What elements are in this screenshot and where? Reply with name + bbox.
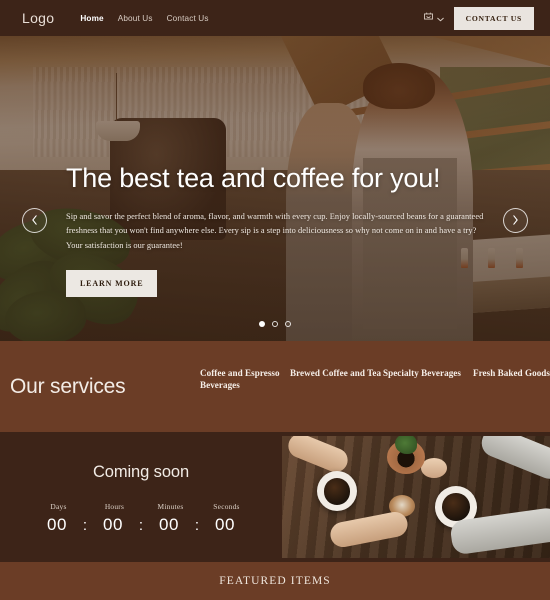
chevron-right-icon [512,212,519,230]
carousel-dot-2[interactable] [272,321,278,327]
cart-dropdown[interactable] [423,9,444,27]
countdown-separator-2: : [138,516,144,534]
carousel-prev-button[interactable] [22,208,47,233]
carousel-pagination [0,321,550,327]
nav-item-home[interactable]: Home [80,14,103,23]
service-item-fresh-baked-goods[interactable]: Fresh Baked Goods [473,367,550,379]
coming-soon-section: Coming soon Days Hours Minutes Seconds 0… [0,432,550,562]
nav-item-contact-us[interactable]: Contact Us [167,14,209,23]
countdown-label-minutes: Minutes [157,502,184,511]
countdown-label-days: Days [50,502,67,511]
site-header: Logo Home About Us Contact Us CONTACT US [0,0,550,36]
service-item-coffee-espresso[interactable]: Coffee and Espresso Beverages [200,367,290,392]
hero-description: Sip and savor the perfect blend of aroma… [66,211,484,250]
coming-soon-title: Coming soon [92,463,190,481]
services-section: Our services Coffee and Espresso Beverag… [0,341,550,432]
countdown-values: 00 : 00 : 00 : 00 [35,515,247,535]
services-columns: Coffee and Espresso Beverages Brewed Cof… [200,341,550,392]
hero-title: The best tea and coffee for you! [66,163,441,193]
carousel-dot-1[interactable] [259,321,265,327]
services-title: Our services [10,374,126,398]
countdown-value-hours: 00 [102,515,124,534]
countdown-label-seconds: Seconds [213,502,240,511]
featured-items-title: FEATURED ITEMS [219,575,331,587]
countdown-label-hours: Hours [104,502,125,511]
site-logo[interactable]: Logo [22,10,54,26]
service-item-specialty-beverages[interactable]: Specialty Beverages [383,367,473,379]
countdown-labels: Days Hours Minutes Seconds [34,502,249,511]
countdown-panel: Coming soon Days Hours Minutes Seconds 0… [0,432,282,562]
chevron-left-icon [31,212,38,230]
chevron-down-icon [436,9,444,27]
carousel-next-button[interactable] [503,208,528,233]
countdown-value-days: 00 [46,515,68,534]
nav-item-about-us[interactable]: About Us [118,14,153,23]
header-actions: CONTACT US [423,6,534,30]
hero-carousel: The best tea and coffee for you! Sip and… [0,36,550,341]
countdown-separator-1: : [82,516,88,534]
countdown-value-minutes: 00 [158,515,180,534]
page-root: Logo Home About Us Contact Us CONTACT US… [0,0,550,600]
carousel-dot-3[interactable] [285,321,291,327]
hero-content: The best tea and coffee for you! Sip and… [66,163,490,298]
shopping-cart-icon [423,9,434,27]
featured-items-section: FEATURED ITEMS [0,562,550,600]
countdown-value-seconds: 00 [214,515,236,534]
main-navigation: Home About Us Contact Us [80,14,208,23]
countdown-separator-3: : [194,516,200,534]
service-item-brewed-coffee-tea[interactable]: Brewed Coffee and Tea [290,367,383,379]
contact-us-button[interactable]: CONTACT US [453,6,534,30]
learn-more-button[interactable]: LEARN MORE [66,270,158,298]
coming-soon-image [282,436,550,558]
